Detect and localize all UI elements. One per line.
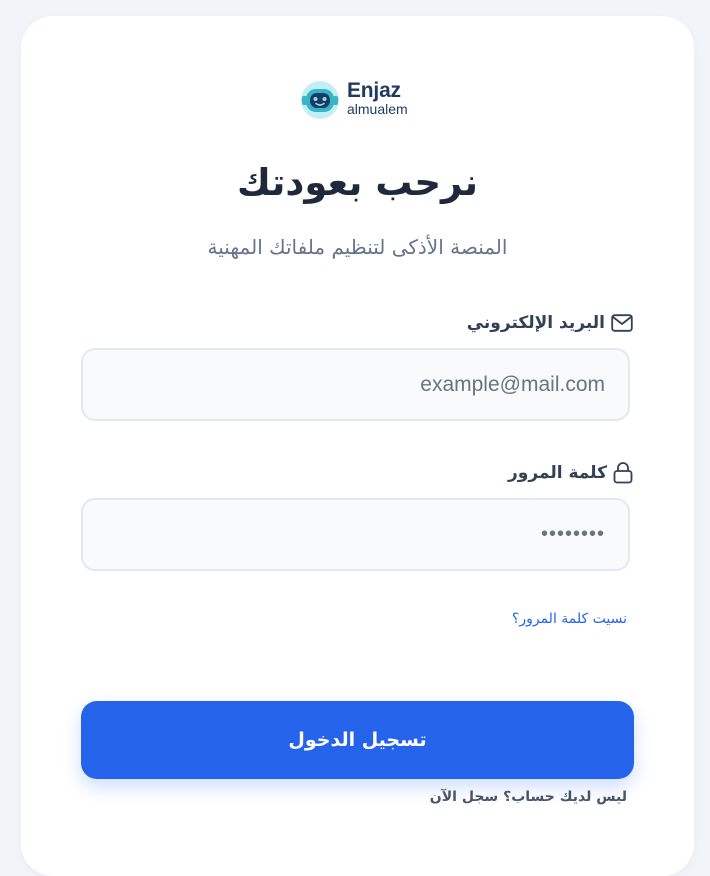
logo-name: Enjaz xyxy=(347,79,401,102)
brand-logo: Enjaz almualem xyxy=(300,78,420,120)
password-field-wrapper xyxy=(81,498,630,571)
email-field-wrapper xyxy=(81,348,630,421)
mail-icon xyxy=(611,314,633,332)
password-label-text: كلمة المرور xyxy=(508,463,607,483)
password-label: كلمة المرور xyxy=(508,459,633,487)
logo-subtitle: almualem xyxy=(347,101,408,117)
password-field[interactable] xyxy=(83,500,628,569)
signup-link[interactable]: ليس لديك حساب؟ سجل الآن xyxy=(430,786,627,808)
page-subtitle: المنصة الأذكى لتنظيم ملفاتك المهنية xyxy=(207,235,508,259)
lock-icon xyxy=(613,462,633,484)
email-label: البريد الإلكتروني xyxy=(467,309,633,337)
forgot-password-link[interactable]: نسيت كلمة المرور؟ xyxy=(512,608,627,630)
email-field[interactable] xyxy=(83,350,628,419)
login-button[interactable]: تسجيل الدخول xyxy=(81,701,634,779)
login-card: Enjaz almualem نرحب بعودتك المنصة الأذكى… xyxy=(21,16,694,876)
robot-icon xyxy=(301,81,339,119)
email-label-text: البريد الإلكتروني xyxy=(466,313,605,333)
page-title: نرحب بعودتك xyxy=(237,161,478,204)
